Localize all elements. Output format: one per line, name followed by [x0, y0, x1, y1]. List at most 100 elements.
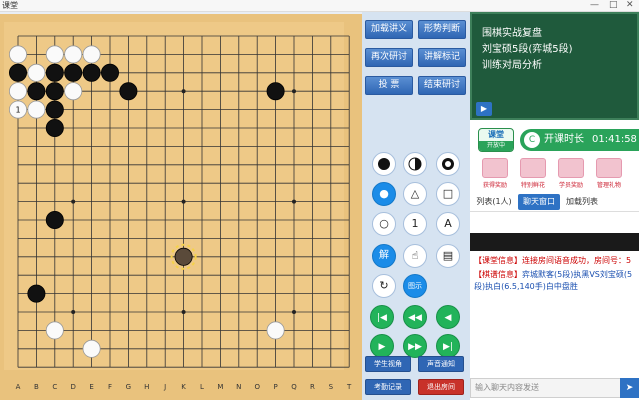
black-stone[interactable]: [64, 63, 83, 82]
vote-button[interactable]: 投 票: [365, 76, 413, 95]
next-move-icon[interactable]: ▶: [370, 334, 394, 358]
col-label: G: [126, 383, 131, 391]
show-button[interactable]: 图示: [403, 274, 427, 298]
reward-gift-icon[interactable]: [482, 158, 508, 178]
research-again-button[interactable]: 再次研讨: [365, 48, 413, 67]
white-stone[interactable]: [64, 82, 83, 101]
rewind-icon[interactable]: ◀◀: [403, 305, 427, 329]
square-mark-icon[interactable]: □: [436, 182, 460, 206]
camera-icon[interactable]: ▶: [476, 102, 492, 116]
white-stone[interactable]: [8, 45, 28, 64]
prev-move-icon[interactable]: ◀: [436, 305, 460, 329]
half-stone-tool-icon[interactable]: [403, 152, 427, 176]
gift-label: 获得奖励: [482, 182, 507, 189]
black-stone[interactable]: [27, 284, 46, 303]
manage-gift-icon[interactable]: [596, 158, 622, 178]
go-board[interactable]: 12345678910111213141516171819ABCDEFGHJKL…: [0, 14, 362, 400]
student-gift-icon[interactable]: [558, 158, 584, 178]
white-stone[interactable]: [266, 321, 285, 340]
circle-mark-icon[interactable]: ●: [372, 182, 396, 206]
star-point: [181, 310, 186, 314]
black-stone-tool-icon[interactable]: [372, 152, 396, 176]
white-stone[interactable]: [27, 100, 46, 119]
black-stone[interactable]: [174, 247, 193, 266]
star-point: [292, 199, 296, 204]
clock-icon: C: [524, 132, 540, 148]
black-stone[interactable]: [27, 82, 46, 101]
col-label: F: [108, 383, 112, 391]
tab-load-list[interactable]: 加载列表: [562, 194, 602, 210]
col-label: K: [181, 383, 186, 391]
title-bar: 课堂 — □ ✕: [0, 0, 639, 12]
minimize-button[interactable]: —: [590, 0, 599, 11]
white-stone[interactable]: [45, 45, 64, 64]
blackboard: 围棋实战复盘 刘宝硕5段(弈城5段) 训练对局分析 ▶: [470, 12, 639, 120]
solve-button[interactable]: 解: [372, 244, 396, 268]
white-stone[interactable]: [45, 321, 64, 340]
star-point: [71, 310, 76, 314]
white-stone[interactable]: [64, 45, 83, 64]
judge-button[interactable]: 形势判断: [418, 20, 466, 39]
stone-move-number: 1: [15, 106, 20, 115]
col-label: T: [346, 383, 352, 391]
chat-message: 【课堂信息】连接房间语音成功，房间号：5: [474, 256, 632, 265]
sound-notify-button[interactable]: 声音通知: [418, 356, 464, 372]
refresh-icon[interactable]: ↻: [372, 274, 396, 298]
star-point: [181, 89, 186, 94]
student-view-button[interactable]: 学生视角: [365, 356, 411, 372]
white-stone[interactable]: [82, 339, 101, 358]
flower-gift-icon[interactable]: [520, 158, 546, 178]
last-move-icon[interactable]: ▶|: [436, 334, 460, 358]
load-handout-button[interactable]: 加载讲义: [365, 20, 413, 39]
col-label: B: [34, 383, 39, 391]
white-stone[interactable]: [8, 82, 28, 101]
col-label: S: [329, 383, 334, 391]
black-stone[interactable]: [119, 82, 138, 101]
end-research-button[interactable]: 结束研讨: [418, 76, 466, 95]
first-move-icon[interactable]: |◀: [370, 305, 394, 329]
col-label: D: [71, 383, 76, 391]
eraser-tool-icon[interactable]: ▤: [436, 244, 460, 268]
fast-forward-icon[interactable]: ▶▶: [403, 334, 427, 358]
gift-label: 管理礼物: [596, 182, 621, 189]
chat-log: 【课堂信息】连接房间语音成功，房间号：5 【棋谱信息】弈城默客(5段)执黑VS刘…: [474, 255, 637, 295]
black-stone[interactable]: [45, 82, 64, 101]
mark-button[interactable]: 讲解标记: [418, 48, 466, 67]
maximize-button[interactable]: □: [609, 0, 618, 11]
send-icon[interactable]: ➤: [620, 378, 639, 398]
col-label: C: [52, 383, 57, 391]
black-stone[interactable]: [101, 63, 120, 82]
class-timer: C 开课时长 01:41:58: [520, 129, 639, 151]
ring-mark-icon[interactable]: ○: [372, 212, 396, 236]
triangle-mark-icon[interactable]: △: [403, 182, 427, 206]
close-button[interactable]: ✕: [626, 0, 634, 11]
exit-room-button[interactable]: 退出房间: [418, 379, 464, 395]
tool-panel: 加载讲义 形势判断 再次研讨 讲解标记 投 票 结束研讨 ● △ □ ○ 1 A…: [362, 12, 470, 400]
white-stone-tool-icon[interactable]: [436, 152, 460, 176]
chat-toolbar: [470, 233, 639, 251]
live-badge: 课堂 开放中: [478, 128, 514, 152]
col-label: P: [273, 383, 277, 391]
chat-input[interactable]: 输入聊天内容发送: [470, 378, 639, 398]
black-stone[interactable]: [45, 210, 64, 229]
tab-member-list[interactable]: 列表(1人): [472, 194, 516, 210]
black-stone[interactable]: [8, 63, 28, 82]
timer-value: 01:41:58: [592, 134, 637, 145]
tab-chat[interactable]: 聊天窗口: [518, 194, 560, 210]
live-badge-title: 课堂: [488, 130, 504, 139]
black-stone[interactable]: [45, 119, 64, 138]
letter-mark-icon[interactable]: A: [436, 212, 460, 236]
black-stone[interactable]: [266, 82, 285, 101]
blackboard-line-3: 训练对局分析: [482, 60, 542, 71]
gift-label: 特别鲜花: [520, 182, 545, 189]
attendance-button[interactable]: 考勤记录: [365, 379, 411, 395]
white-stone[interactable]: [27, 63, 46, 82]
go-board-canvas[interactable]: 12345678910111213141516171819ABCDEFGHJKL…: [0, 14, 362, 400]
black-stone[interactable]: [82, 63, 101, 82]
pointer-tool-icon[interactable]: ☝: [403, 244, 427, 268]
chat-message: 【棋谱信息】弈城默客(5段)执黑VS刘宝硕(5段)执白(6.5,140手)白中盘…: [474, 270, 633, 291]
black-stone[interactable]: [45, 100, 64, 119]
number-mark-icon[interactable]: 1: [403, 212, 427, 236]
white-stone[interactable]: [82, 45, 101, 64]
black-stone[interactable]: [45, 63, 64, 82]
